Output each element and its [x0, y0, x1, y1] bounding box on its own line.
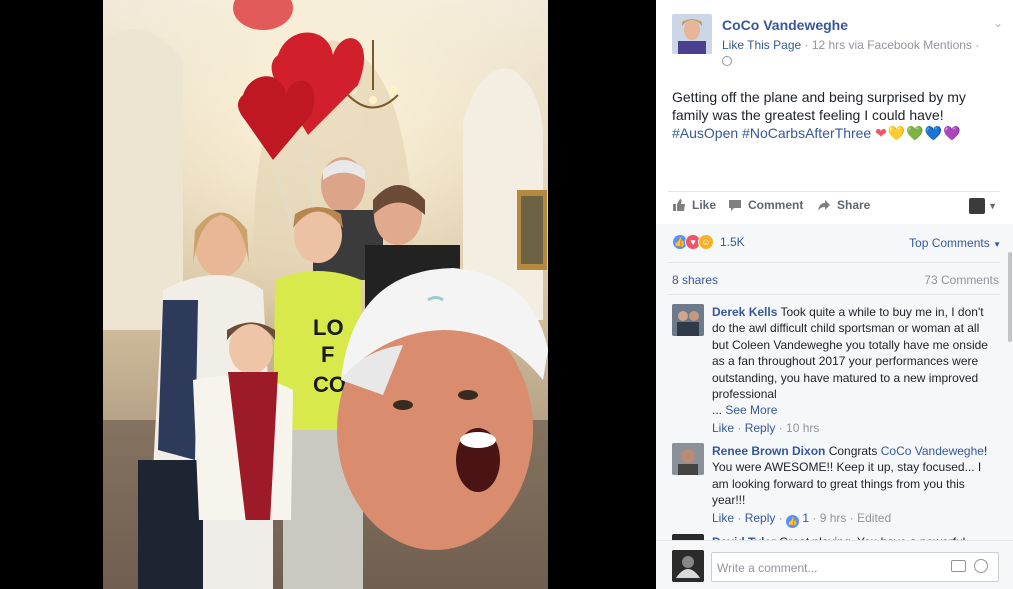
post-actions: Like Comment Share ▼: [672, 198, 997, 218]
post-panel: CoCo Vandeweghe Like This Page · 12 hrs …: [656, 0, 1013, 589]
like-label: Like: [692, 198, 717, 212]
svg-text:LO: LO: [313, 315, 344, 340]
post-as-selector[interactable]: ▼: [969, 198, 997, 214]
haha-reaction-icon: ☺: [698, 234, 714, 250]
viewer-avatar: [672, 550, 704, 582]
meta-separator: ·: [801, 38, 812, 52]
like-button[interactable]: Like: [672, 198, 716, 212]
comment-footer: Like · Reply · 10 hrs: [712, 420, 820, 435]
post-message: Getting off the plane and being surprise…: [672, 88, 992, 142]
comment-time[interactable]: 9 hrs: [820, 511, 847, 525]
thumbs-up-icon: [673, 199, 685, 211]
svg-text:CO: CO: [313, 372, 346, 397]
comment-icon: [729, 200, 741, 211]
comments-scrollbar[interactable]: [1008, 252, 1012, 342]
feedback-section: 👍 ♥ ☺ 1.5K Top Comments ▼ 8 shares 73 Co…: [656, 224, 1013, 589]
comment-label: Comment: [748, 198, 804, 212]
comment-like-count[interactable]: 1: [802, 511, 809, 525]
divider: [668, 191, 1000, 192]
page-name-link[interactable]: CoCo Vandeweghe: [722, 17, 848, 33]
photo-viewer: LO F CO CoCo Vandeweghe Like This Page ·…: [0, 0, 1013, 589]
comment-input[interactable]: Write a comment...: [711, 552, 999, 582]
edited-label[interactable]: Edited: [857, 511, 891, 525]
comment-footer: Like · Reply · 👍 1 · 9 hrs · Edited: [712, 510, 892, 528]
commenter-avatar[interactable]: [672, 304, 704, 336]
comment-order-label: Top Comments: [909, 236, 990, 250]
purple-heart-icon: 💜: [943, 125, 962, 141]
share-button[interactable]: Share: [817, 198, 870, 212]
post-photo[interactable]: LO F CO: [103, 0, 548, 589]
red-heart-icon: ❤: [875, 125, 888, 141]
heart-emojis: ❤💛💚💙💜: [875, 125, 961, 141]
comment-body: Derek Kells Took quite a while to buy me…: [712, 304, 992, 436]
yellow-heart-icon: 💛: [887, 125, 907, 141]
reactions-count[interactable]: 1.5K: [720, 235, 745, 249]
comment-order-dropdown[interactable]: Top Comments ▼: [909, 236, 1001, 250]
green-heart-icon: 💚: [906, 125, 925, 141]
camera-icon[interactable]: [951, 560, 966, 572]
viewer-avatar: [969, 198, 986, 214]
comments-count[interactable]: 73 Comments: [924, 273, 999, 287]
post-header: CoCo Vandeweghe Like This Page · 12 hrs …: [672, 14, 1003, 74]
reactions-summary[interactable]: 👍 ♥ ☺ 1.5K: [672, 234, 745, 250]
divider: [668, 262, 1000, 263]
comment-reply-link[interactable]: Reply: [745, 421, 776, 435]
post-text: Getting off the plane and being surprise…: [672, 89, 966, 123]
comment-body: Renee Brown Dixon Congrats CoCo Vandeweg…: [712, 443, 992, 528]
comment-text: Took quite a while to buy me in, I don't…: [712, 305, 988, 402]
commenter-avatar[interactable]: [672, 443, 704, 475]
caret-down-icon: ▼: [988, 201, 997, 211]
comment-button[interactable]: Comment: [728, 198, 803, 212]
comment-mention-link[interactable]: CoCo Vandeweghe: [881, 444, 984, 458]
emoji-icon[interactable]: [974, 559, 988, 573]
like-reaction-icon: 👍: [786, 514, 800, 528]
comment-composer: Write a comment...: [656, 540, 1013, 589]
commenter-name[interactable]: Derek Kells: [712, 305, 777, 319]
comment-like-link[interactable]: Like: [712, 421, 734, 435]
see-more-link[interactable]: See More: [725, 403, 777, 417]
post-meta: Like This Page · 12 hrs via Facebook Men…: [722, 38, 979, 52]
divider: [668, 294, 1000, 295]
post-timestamp[interactable]: 12 hrs via Facebook Mentions: [812, 38, 972, 52]
commenter-name[interactable]: Renee Brown Dixon: [712, 444, 825, 458]
svg-text:F: F: [321, 342, 334, 367]
globe-icon: [722, 56, 732, 66]
meta-separator-2: ·: [971, 38, 980, 52]
share-icon: [818, 200, 830, 211]
photo-illustration: LO F CO: [103, 0, 548, 589]
chevron-down-icon[interactable]: ⌄: [993, 16, 1003, 30]
ellipsis: ...: [712, 403, 723, 418]
shares-link[interactable]: 8 shares: [672, 273, 718, 287]
blue-heart-icon: 💙: [924, 125, 944, 141]
page-avatar[interactable]: [672, 14, 712, 54]
post-hashtags[interactable]: #AusOpen #NoCarbsAfterThree: [672, 125, 871, 141]
comment-input-placeholder: Write a comment...: [717, 561, 818, 575]
comment-time[interactable]: 10 hrs: [786, 421, 819, 435]
share-label: Share: [837, 198, 871, 212]
caret-down-icon: ▼: [993, 240, 1001, 249]
comment-text-pre: Congrats: [828, 444, 878, 458]
comment-like-link[interactable]: Like: [712, 511, 734, 525]
comment-reply-link[interactable]: Reply: [745, 511, 776, 525]
like-page-link[interactable]: Like This Page: [722, 38, 801, 52]
